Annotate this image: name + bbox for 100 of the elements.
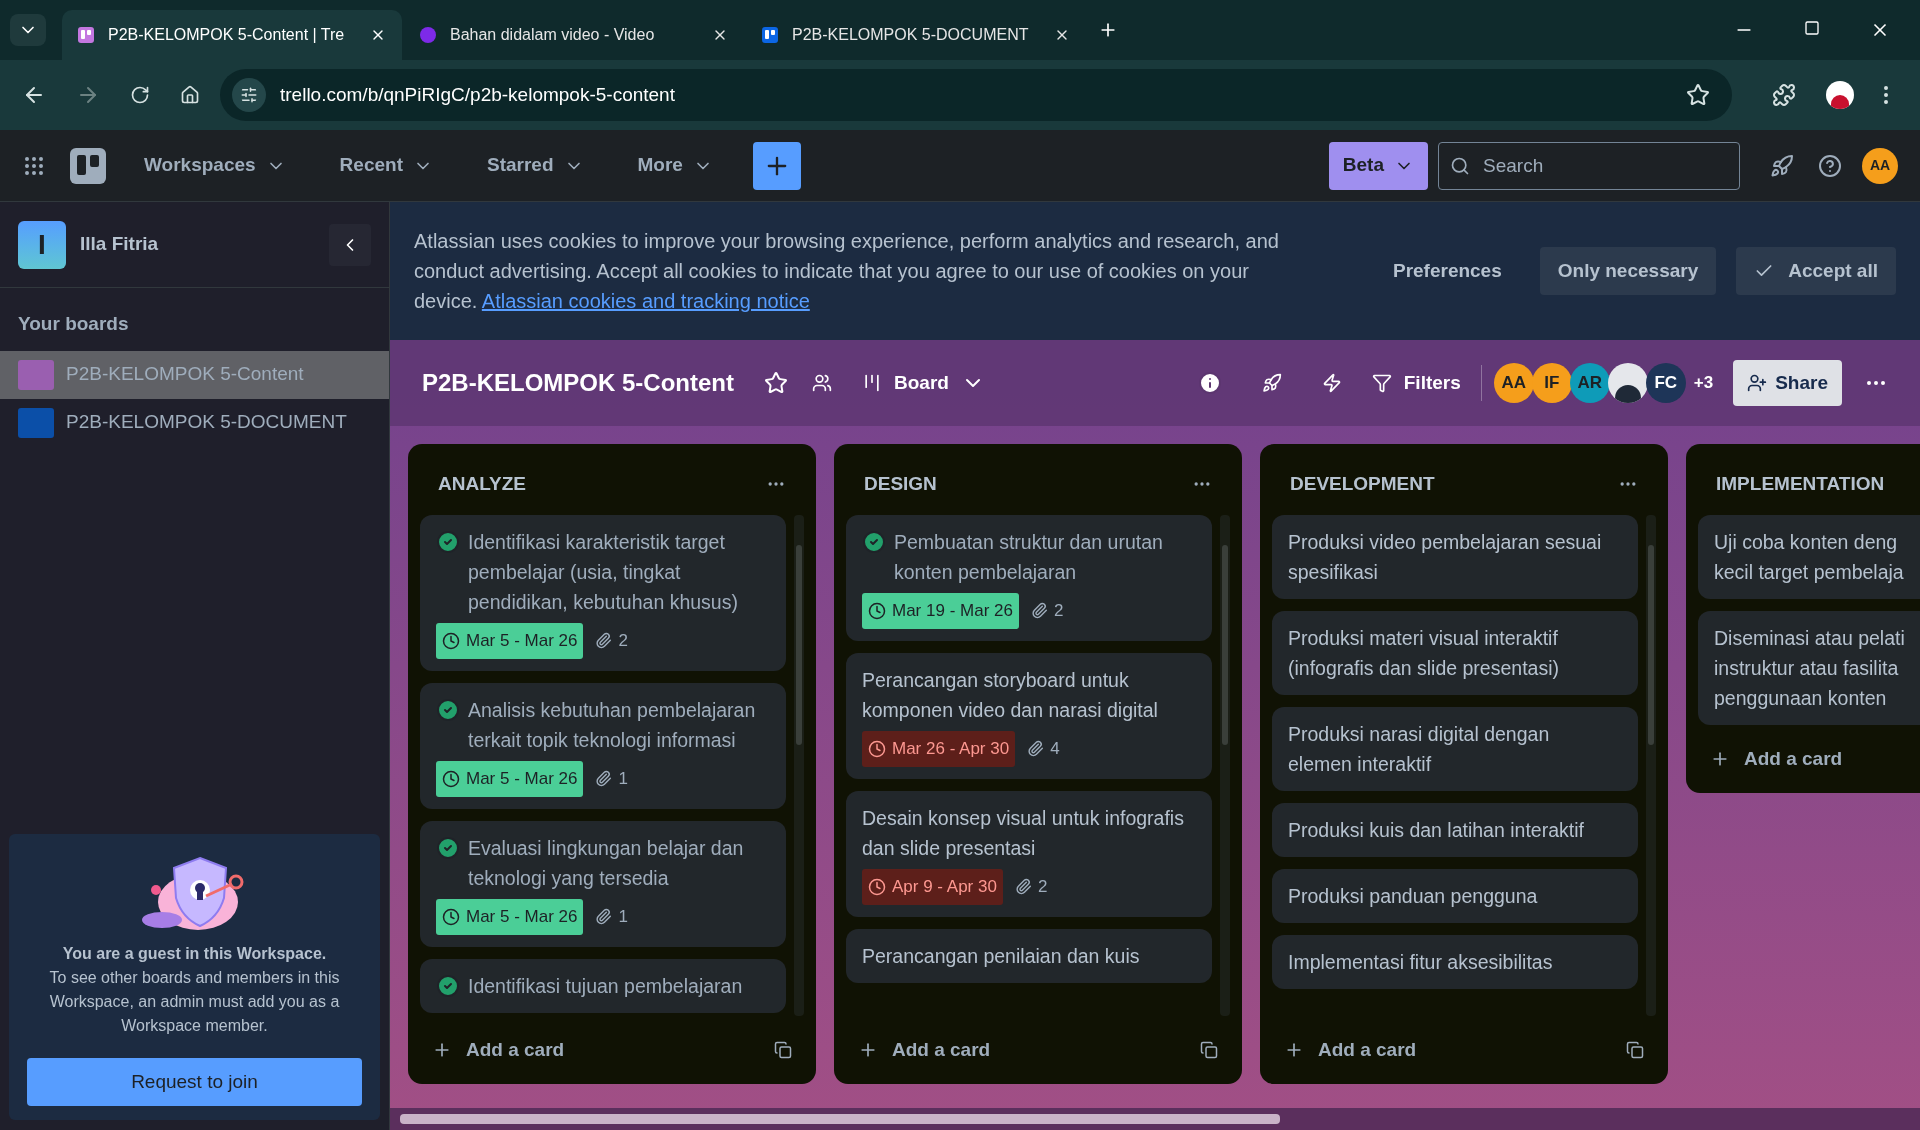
bookmark-star-icon[interactable] <box>1686 83 1710 107</box>
reload-icon[interactable] <box>130 85 150 105</box>
task-card[interactable]: Evaluasi lingkungan belajar dan teknologi yang tersedia Mar 5 - Mar 26 1 <box>420 820 786 947</box>
due-date-badge: Mar 5 - Mar 26 <box>436 898 584 935</box>
board-link[interactable]: P2B-KELOMPOK 5-DOCUMENT <box>0 398 389 447</box>
template-icon[interactable] <box>1200 1040 1218 1059</box>
task-card[interactable]: Produksi kuis dan latihan interaktif <box>1272 802 1638 857</box>
share-button[interactable]: Share <box>1733 360 1842 406</box>
paperclip-icon <box>1027 740 1045 757</box>
card-title: Perancangan storyboard untuk komponen video dan narasi digital <box>862 667 1159 723</box>
board-view-button[interactable]: Board <box>862 368 985 398</box>
beta-button[interactable]: Beta <box>1328 141 1428 190</box>
card-title: Diseminasi atau pelati <box>1714 625 1905 651</box>
paperclip-icon <box>1014 878 1032 895</box>
attachment-count: 2 <box>1014 871 1048 902</box>
filters-button[interactable]: Filters <box>1371 368 1461 398</box>
rocket-icon[interactable] <box>1770 153 1794 178</box>
scrollbar[interactable] <box>1220 514 1230 1016</box>
address-field[interactable]: trello.com/b/qnPiRIgC/p2b-kelompok-5-content <box>220 69 1732 121</box>
paperclip-icon <box>595 770 613 787</box>
task-card[interactable]: Uji coba konten deng kecil target pembelaja <box>1698 514 1920 599</box>
board-title: P2B-KELOMPOK 5-Content <box>422 368 734 398</box>
attachment-count: 1 <box>595 901 628 932</box>
member-avatar[interactable] <box>1607 363 1648 403</box>
attachment-count: 2 <box>1030 595 1064 626</box>
scrollbar[interactable] <box>1646 514 1656 1016</box>
paperclip-icon <box>595 632 613 649</box>
workspace-name: Illa Fitria <box>80 232 160 257</box>
profile-avatar[interactable] <box>1826 81 1854 109</box>
task-card[interactable]: Identifikasi karakteristik target pembelajar (usia, tingkat pendidikan, kebutuhan khusus) Mar 5 - Mar 26 2 <box>420 514 786 671</box>
filter-icon <box>1371 373 1392 393</box>
scrollbar[interactable] <box>794 514 804 1016</box>
cookie-button[interactable]: Accept all <box>1736 247 1896 295</box>
member-avatar[interactable]: AR <box>1569 363 1610 403</box>
alert-icon[interactable] <box>1197 371 1222 395</box>
nav-menu-button[interactable]: Starred <box>470 151 600 180</box>
task-card[interactable]: Produksi panduan pengguna <box>1272 868 1638 923</box>
cookie-policy-link[interactable]: Atlassian cookies and tracking notice <box>481 290 810 312</box>
cookie-button[interactable]: Preferences <box>1374 247 1520 295</box>
card-title: Evaluasi lingkungan belajar dan teknologi yang tersedia <box>468 835 745 891</box>
create-button[interactable] <box>752 141 801 190</box>
task-card[interactable]: Perancangan storyboard untuk komponen video dan narasi digital Mar 26 - Apr 30 4 <box>846 652 1212 779</box>
site-settings-icon[interactable] <box>232 78 266 112</box>
task-card[interactable]: Produksi narasi digital dengan elemen interaktif <box>1272 706 1638 791</box>
browser-tab[interactable]: P2B-KELOMPOK 5-DOCUMENT <box>746 10 1086 60</box>
browser-tab[interactable]: P2B-KELOMPOK 5-Content | Tre <box>62 10 402 60</box>
task-card[interactable]: Perancangan penilaian dan kuis <box>846 928 1212 983</box>
attachment-count: 1 <box>595 763 628 794</box>
member-avatar[interactable]: AA <box>1493 363 1534 403</box>
task-card[interactable]: Pembuatan struktur dan urutan konten pembelajaran Mar 19 - Mar 26 2 <box>846 514 1212 641</box>
card-title: Identifikasi karakteristik target pembelajar (usia, tingkat pendidikan, kebutuhan khusus) <box>468 529 739 615</box>
help-icon[interactable] <box>1818 153 1842 178</box>
people-icon[interactable] <box>812 373 832 393</box>
task-card[interactable]: Produksi materi visual interaktif (infografis dan slide presentasi) <box>1272 610 1638 695</box>
clock-icon <box>442 631 460 650</box>
star-icon[interactable] <box>764 371 788 395</box>
lightning-icon[interactable] <box>1321 373 1342 393</box>
add-card-button[interactable]: Add a card <box>1284 1035 1417 1064</box>
guest-notice-title: You are a guest in this Workspace. <box>62 944 327 964</box>
trello-logo-icon[interactable] <box>70 147 106 184</box>
search-field[interactable]: Search <box>1438 141 1740 190</box>
add-card-button[interactable]: Add a card <box>858 1035 991 1064</box>
task-card[interactable]: Diseminasi atau pelati instruktur atau fasilita penggunaan konten <box>1698 610 1920 725</box>
list-title: IMPLEMENTATION <box>1716 472 1885 496</box>
add-card-button[interactable]: Add a card <box>432 1035 565 1064</box>
rocket-icon[interactable] <box>1261 373 1282 393</box>
request-to-join-button[interactable]: Request to join <box>27 1058 362 1106</box>
member-avatar[interactable]: FC <box>1645 363 1686 403</box>
cookie-button[interactable]: Only necessary <box>1539 247 1717 295</box>
card-title: Produksi video pembelajaran sesuai spesifikasi <box>1288 529 1603 585</box>
add-card-button[interactable]: Add a card <box>1710 744 1843 773</box>
user-avatar[interactable]: AA <box>1862 147 1898 184</box>
template-icon[interactable] <box>1626 1040 1644 1059</box>
board-columns-icon <box>862 373 882 393</box>
task-card[interactable]: Analisis kebutuhan pembelajaran terkait topik teknologi informasi Mar 5 - Mar 26 1 <box>420 682 786 809</box>
browser-tab[interactable]: Bahan didalam video - Video <box>404 10 744 60</box>
card-title: Produksi materi visual interaktif (infografis dan slide presentasi) <box>1288 625 1560 681</box>
horizontal-scrollbar[interactable] <box>390 1108 1920 1130</box>
clock-icon <box>868 601 886 620</box>
task-card[interactable]: Desain konsep visual untuk infografis dan slide presentasi Apr 9 - Apr 30 2 <box>846 790 1212 917</box>
more-members-count[interactable]: +3 <box>1693 370 1714 396</box>
template-icon[interactable] <box>774 1040 792 1059</box>
due-date-badge: Mar 19 - Mar 26 <box>862 592 1019 629</box>
task-card[interactable]: Identifikasi tujuan pembelajaran <box>420 958 786 1013</box>
url-text: trello.com/b/qnPiRIgC/p2b-kelompok-5-content <box>280 82 676 107</box>
task-card[interactable]: Implementasi fitur aksesibilitas <box>1272 934 1638 989</box>
card-title: penggunaan konten <box>1714 685 1888 711</box>
nav-menu-button[interactable]: More <box>621 151 729 180</box>
list-title: ANALYZE <box>438 472 526 496</box>
member-avatar[interactable]: IF <box>1531 363 1572 403</box>
home-icon[interactable] <box>180 85 200 105</box>
nav-menu-button[interactable]: Workspaces <box>128 151 302 180</box>
extensions-icon[interactable] <box>1772 83 1796 107</box>
paperclip-icon <box>595 908 613 925</box>
card-title: kecil target pembelaja <box>1714 559 1904 585</box>
task-card[interactable]: Produksi video pembelajaran sesuai spesifikasi <box>1272 514 1638 599</box>
restore-icon[interactable] <box>1804 20 1820 36</box>
card-title: Uji coba konten deng <box>1714 529 1899 555</box>
card-title: Analisis kebutuhan pembelajaran terkait topik teknologi informasi <box>468 697 757 753</box>
nav-menu-button[interactable]: Recent <box>323 151 449 180</box>
